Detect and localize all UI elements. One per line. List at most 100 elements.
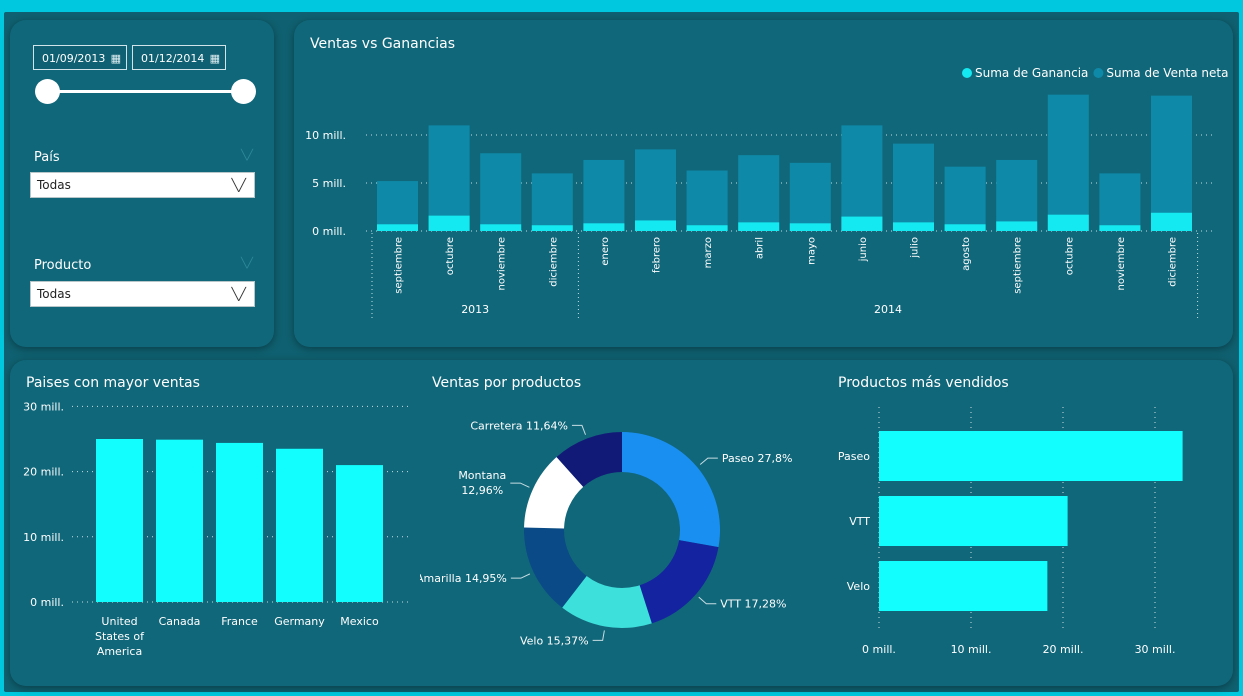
top-countries-chart: 30 mill. 20 mill. 10 mill. 0 mill. United Sta… (23, 400, 408, 658)
sales-by-product-title: Ventas por productos (432, 375, 582, 391)
label-leader (571, 424, 586, 435)
label-leader (698, 596, 717, 605)
x-tick-label: diciembre (548, 237, 559, 287)
sales-bar (428, 125, 470, 231)
x-tick-label: Germany (274, 615, 325, 628)
y-tick-label: 0 mill. (312, 225, 346, 238)
sales-bar (1047, 94, 1089, 232)
profit-bar (841, 216, 883, 231)
chevron-down-icon[interactable]: ╲╱ (241, 258, 253, 269)
sales-bar (583, 159, 625, 231)
donut-slice (622, 432, 720, 548)
slice-label: Carretera 11,64% (470, 419, 568, 432)
sales-vs-profit-chart: 10 mill. 5 mill. 0 mill. septiembre octubre n… (305, 66, 1228, 320)
label-leader (510, 573, 531, 579)
sales-bar (480, 153, 522, 231)
chevron-down-icon: ╲╱ (231, 178, 246, 192)
sales-bar (377, 181, 418, 231)
x-tick-label: 0 mill. (862, 643, 896, 656)
country-bar (156, 439, 203, 602)
profit-bar (583, 223, 625, 231)
label-leader (592, 630, 605, 641)
calendar-icon[interactable]: ▦ (210, 46, 220, 71)
country-bar (96, 439, 143, 602)
sales-bar (893, 143, 934, 231)
product-bar (879, 431, 1183, 481)
x-tick-label: octubre (1064, 237, 1075, 275)
profit-bar (635, 220, 676, 231)
end-date-input[interactable]: 01/12/2014 ▦ (132, 45, 226, 70)
x-tick-label: marzo (703, 237, 714, 268)
chevron-down-icon[interactable]: ╲╱ (241, 150, 253, 161)
x-tick-label: septiembre (1013, 237, 1024, 294)
legend-marker (1093, 68, 1104, 78)
product-dropdown[interactable]: Todas ╲╱ (30, 281, 255, 307)
x-tick-label: Mexico (340, 615, 379, 628)
profit-bar (1047, 214, 1089, 231)
calendar-icon[interactable]: ▦ (111, 46, 121, 71)
date-slider-start-handle[interactable] (35, 79, 60, 104)
product-dropdown-value: Todas (37, 287, 71, 301)
x-tick-label: France (221, 615, 258, 628)
sales-bar (789, 162, 831, 231)
x-tick-label: enero (600, 237, 611, 266)
slice-label: Velo 15,37% (520, 634, 589, 647)
profit-bar (738, 222, 780, 231)
x-tick-label: agosto (961, 237, 972, 271)
label-leader (510, 482, 530, 488)
y-tick-label: 10 mill. (23, 531, 64, 544)
x-tick-label: United States of America (95, 615, 145, 658)
y-tick-label: 10 mill. (305, 129, 346, 142)
product-bar (879, 496, 1068, 546)
donut-slice (639, 540, 719, 624)
profit-bar (996, 221, 1038, 231)
date-slider-track[interactable] (46, 90, 244, 93)
sales-bar (1099, 173, 1141, 231)
sales-bar (841, 125, 883, 231)
x-tick-label: 20 mill. (1043, 643, 1084, 656)
x-tick-label: noviembre (1116, 237, 1127, 290)
x-tick-label: 30 mill. (1135, 643, 1176, 656)
x-tick-label: mayo (806, 237, 817, 265)
x-tick-label: julio (910, 237, 921, 259)
x-tick-label: octubre (445, 237, 456, 275)
country-filter-label: País (34, 150, 60, 165)
start-date-input[interactable]: 01/09/2013 ▦ (33, 45, 127, 70)
country-dropdown[interactable]: Todas ╲╱ (30, 172, 255, 198)
date-slider-end-handle[interactable] (231, 79, 256, 104)
profit-bar (428, 215, 470, 231)
year-label: 2014 (874, 303, 902, 316)
profit-bar (377, 224, 418, 231)
legend-label: Suma de Ganancia (975, 66, 1088, 80)
x-tick-label: febrero (652, 237, 663, 273)
slice-label: Amarilla 14,95% (420, 572, 507, 585)
y-tick-label: 20 mill. (23, 466, 64, 479)
sales-bar (996, 159, 1038, 231)
y-tick-label: 5 mill. (312, 177, 346, 190)
y-tick-label: 0 mill. (30, 596, 64, 609)
product-bar (879, 561, 1048, 611)
profit-bar (480, 224, 522, 231)
y-tick-label: Paseo (838, 450, 870, 463)
y-tick-label: Velo (847, 580, 870, 593)
sales-bar (738, 155, 780, 231)
y-tick-label: 30 mill. (23, 400, 64, 413)
sales-bar (531, 173, 573, 231)
sales-bar (944, 166, 986, 231)
country-bar (336, 465, 383, 602)
top-products-chart: 0 mill. 10 mill. 20 mill. 30 mill. Paseo VTT V… (838, 407, 1183, 656)
product-filter-label: Producto (34, 258, 92, 273)
profit-bar (531, 225, 573, 231)
slice-label: Montana 12,96% (458, 469, 506, 497)
x-tick-label: abril (755, 237, 766, 259)
x-tick-label: junio (858, 237, 869, 262)
x-tick-label: noviembre (497, 237, 508, 290)
chevron-down-icon: ╲╱ (231, 287, 246, 301)
sales-bar (686, 170, 728, 231)
slice-label: VTT 17,28% (720, 598, 786, 611)
y-tick-label: VTT (849, 515, 870, 528)
sales-bar (1151, 95, 1192, 231)
x-tick-label: 10 mill. (951, 643, 992, 656)
country-bar (216, 442, 263, 602)
x-tick-label: Canada (159, 615, 201, 628)
